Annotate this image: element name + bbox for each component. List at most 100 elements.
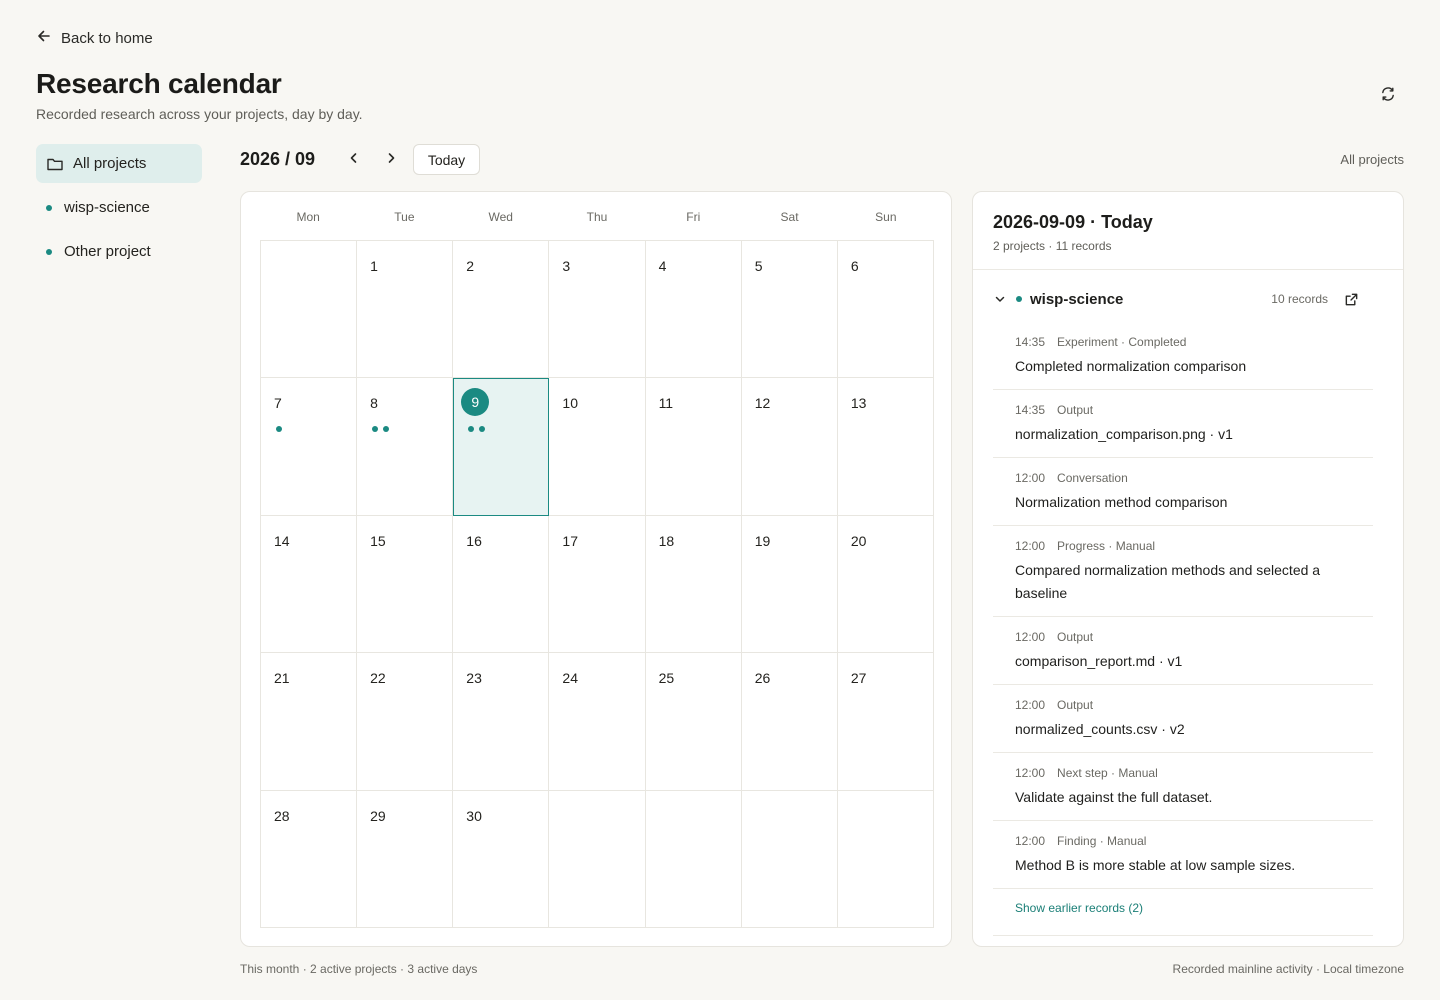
day-number: 21: [274, 670, 290, 687]
record-meta: 14:35 Experiment · Completed: [1015, 335, 1373, 349]
calendar-day-cell[interactable]: 17: [549, 515, 646, 654]
day-number: 25: [658, 670, 675, 687]
calendar-day-cell[interactable]: 3: [549, 241, 646, 379]
calendar-card: Mon Tue Wed Thu Fri Sat Sun 1 2 3 4 5 6 7 8 9 10 1…: [240, 191, 952, 947]
scope-label: All projects: [1340, 152, 1404, 167]
record-type: Output: [1057, 403, 1094, 417]
day-number: 13: [850, 395, 867, 412]
sidebar-item-wisp-science[interactable]: wisp-science: [36, 188, 202, 227]
chevron-left-icon: [347, 151, 361, 170]
show-earlier-container: Show earlier records (2): [993, 889, 1373, 936]
record-time: 12:00: [1015, 630, 1046, 644]
chevron-right-icon: [384, 151, 398, 170]
record-time: 12:00: [1015, 766, 1046, 780]
calendar-day-cell[interactable]: 10: [549, 378, 646, 516]
record-item[interactable]: 12:00 Finding · Manual Method B is more st…: [993, 821, 1373, 889]
record-time: 12:00: [1015, 834, 1046, 848]
weekday-label: Tue: [394, 210, 415, 224]
show-earlier-records-link[interactable]: Show earlier records (2): [1015, 901, 1143, 915]
record-meta: 12:00 Finding · Manual: [1015, 834, 1373, 848]
calendar-day-cell[interactable]: 18: [645, 515, 742, 654]
weekday-label: Sat: [780, 210, 799, 224]
calendar-day-cell[interactable]: 2: [453, 241, 550, 379]
calendar-day-cell[interactable]: 23: [453, 653, 550, 791]
calendar-day-cell[interactable]: 9: [453, 378, 550, 516]
collapse-chevron-down-icon[interactable]: [993, 292, 1007, 306]
calendar-day-cell[interactable]: 27: [837, 653, 934, 791]
weekday-label: Mon: [296, 210, 320, 224]
record-type: Output: [1057, 698, 1094, 712]
next-month-button[interactable]: [378, 147, 404, 173]
calendar-grid: 1 2 3 4 5 6 7 8 9 10 11 12 13 14 15 16 17 18 19 20 21 22 23 24 2…: [260, 240, 934, 928]
calendar-day-cell[interactable]: 24: [549, 653, 646, 791]
record-title: Completed normalization comparison: [1015, 358, 1247, 374]
activity-dot: [383, 426, 390, 433]
day-number: 15: [370, 532, 386, 549]
calendar-day-cell[interactable]: 4: [645, 241, 742, 379]
record-item[interactable]: 12:00 Conversation Normalization method co…: [993, 458, 1373, 526]
calendar-day-cell[interactable]: 8: [357, 378, 454, 516]
record-count: 10 records: [1271, 292, 1328, 306]
record-item[interactable]: 12:00 Progress · Manual Compared normaliza…: [993, 526, 1373, 617]
calendar-empty-cell: [645, 790, 742, 928]
weekday-label: Thu: [586, 210, 608, 224]
day-number: 29: [370, 807, 386, 824]
day-number: 22: [370, 670, 386, 687]
calendar-day-cell[interactable]: 14: [261, 515, 358, 654]
calendar-day-cell[interactable]: 25: [645, 653, 742, 791]
calendar-day-cell[interactable]: 16: [453, 515, 550, 654]
record-item[interactable]: 12:00 Output normalized_counts.csv · v2: [993, 685, 1373, 753]
day-number: 19: [754, 532, 771, 549]
record-type: Experiment · Completed: [1057, 335, 1187, 349]
previous-month-button[interactable]: [341, 147, 367, 173]
activity-dot: [479, 426, 486, 433]
activity-dots: [276, 426, 282, 433]
record-item[interactable]: 14:35 Output normalization_comparison.png …: [993, 390, 1373, 458]
record-item[interactable]: 12:00 Next step · Manual Validate against …: [993, 753, 1373, 821]
day-number: 26: [754, 670, 771, 687]
record-time: 12:00: [1015, 698, 1046, 712]
day-number: 3: [562, 258, 571, 274]
calendar-day-cell[interactable]: 1: [357, 241, 454, 379]
calendar-day-cell[interactable]: 20: [837, 515, 934, 654]
calendar-day-cell[interactable]: 22: [357, 653, 454, 791]
record-type: Progress · Manual: [1057, 539, 1156, 553]
project-name: wisp-science: [1030, 290, 1124, 308]
calendar-empty-cell: [741, 790, 838, 928]
day-number: 2: [466, 258, 475, 274]
calendar-day-cell[interactable]: 30: [453, 790, 550, 928]
calendar-day-cell[interactable]: 26: [741, 653, 838, 791]
arrow-left-icon: [36, 28, 52, 48]
sidebar-item-other-project[interactable]: Other project: [36, 232, 202, 271]
record-type: Output: [1057, 630, 1094, 644]
calendar-day-cell[interactable]: 21: [261, 653, 358, 791]
open-project-external-link-icon[interactable]: [1342, 290, 1360, 308]
calendar-day-cell[interactable]: 29: [357, 790, 454, 928]
project-sidebar: All projects wisp-science Other project: [36, 144, 202, 276]
record-type: Next step · Manual: [1057, 766, 1158, 780]
record-time: 14:35: [1015, 403, 1046, 417]
sidebar-item-all-projects[interactable]: All projects: [36, 144, 202, 183]
back-to-home-link[interactable]: Back to home: [36, 28, 153, 48]
today-button[interactable]: Today: [413, 144, 480, 175]
calendar-day-cell[interactable]: 7: [261, 378, 358, 516]
project-dot-icon: [46, 248, 52, 255]
calendar-day-cell[interactable]: 5: [741, 241, 838, 379]
calendar-day-cell[interactable]: 12: [741, 378, 838, 516]
calendar-day-cell[interactable]: 28: [261, 790, 358, 928]
calendar-day-cell[interactable]: 19: [741, 515, 838, 654]
calendar-day-cell[interactable]: 15: [357, 515, 454, 654]
record-item[interactable]: 14:35 Experiment · Completed Completed nor…: [993, 322, 1373, 390]
day-number: 16: [466, 532, 482, 549]
day-number: 4: [658, 258, 667, 274]
weekday-label: Fri: [686, 210, 701, 224]
record-meta: 12:00 Next step · Manual: [1015, 766, 1373, 780]
page-subtitle: Recorded research across your projects, …: [36, 106, 363, 122]
day-number: 30: [466, 807, 482, 824]
record-item[interactable]: 12:00 Output comparison_report.md · v1: [993, 617, 1373, 685]
calendar-day-cell[interactable]: 13: [837, 378, 934, 516]
refresh-button[interactable]: [1376, 84, 1400, 108]
calendar-day-cell[interactable]: 11: [645, 378, 742, 516]
calendar-day-cell[interactable]: 6: [837, 241, 934, 379]
record-title: normalized_counts.csv · v2: [1015, 721, 1185, 737]
